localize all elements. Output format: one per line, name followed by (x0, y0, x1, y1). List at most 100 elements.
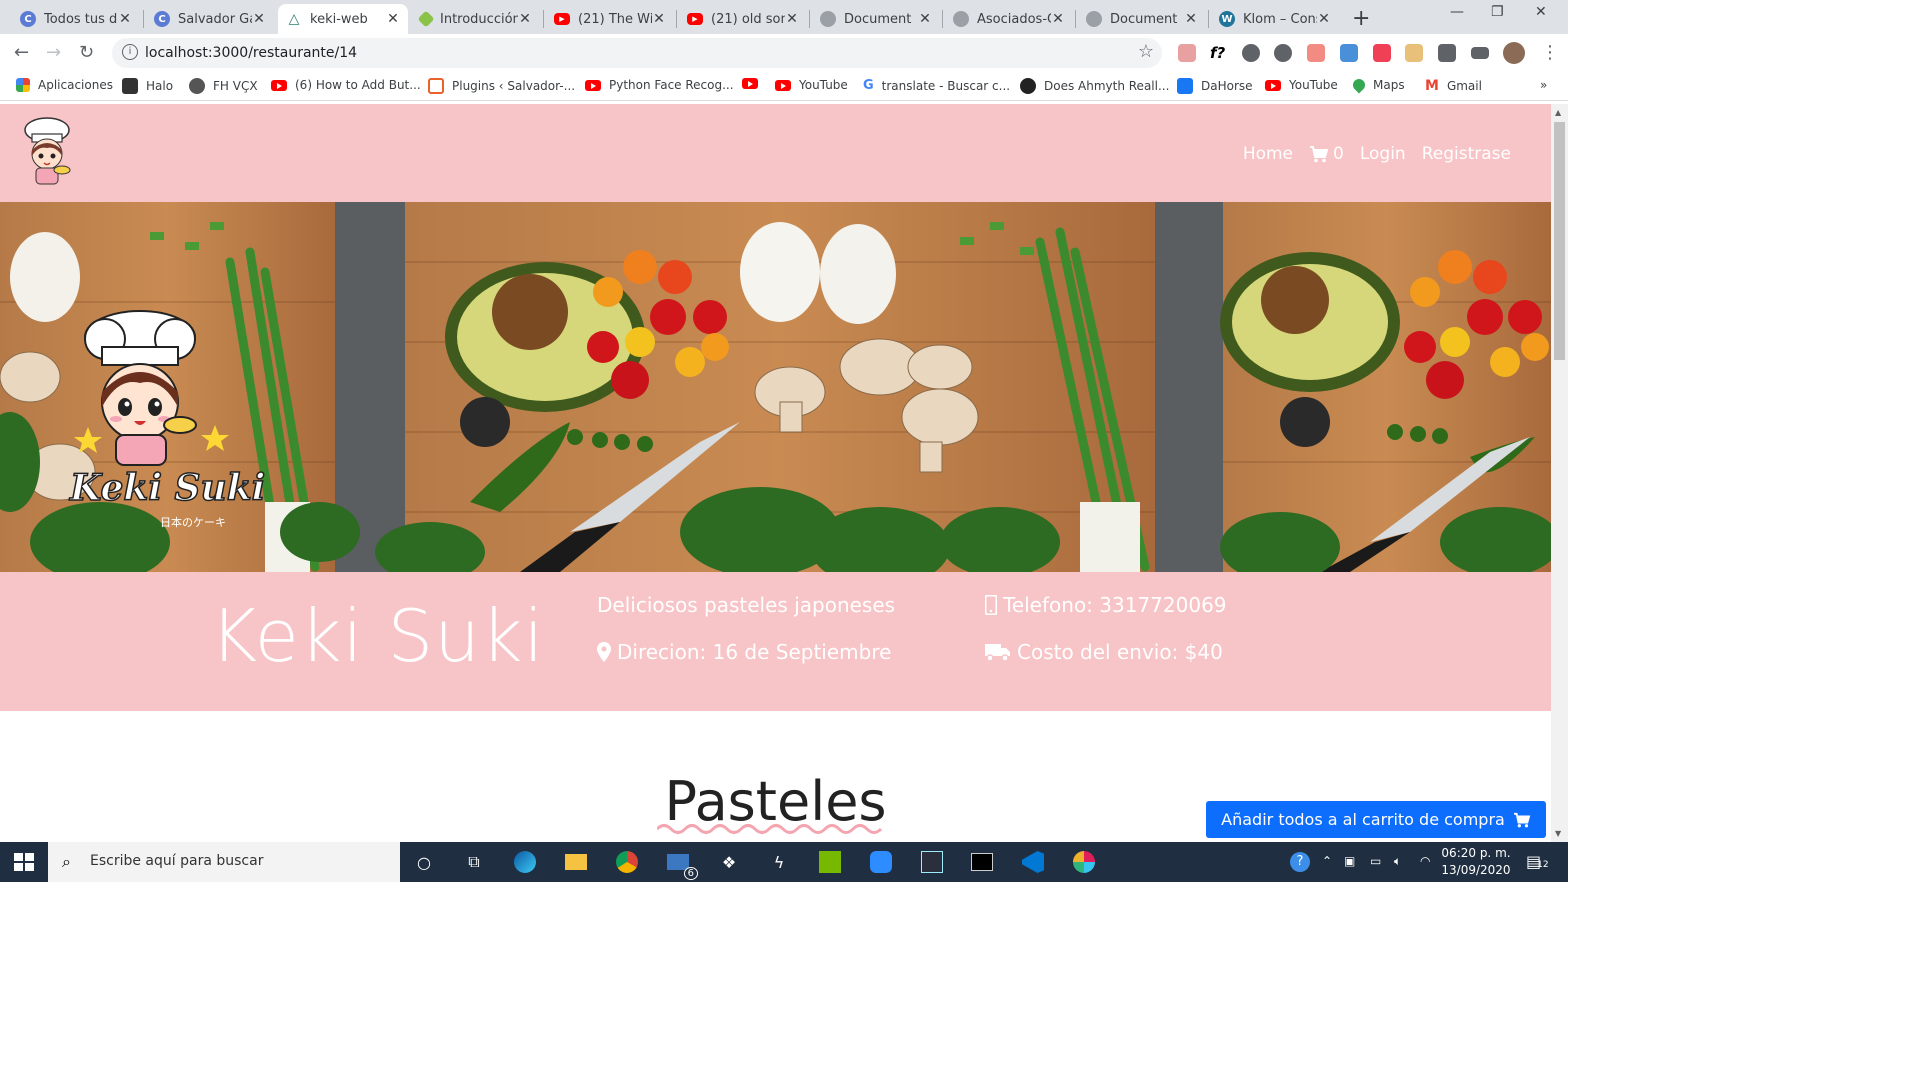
file-explorer-icon[interactable] (564, 850, 588, 874)
cloud-extension-icon[interactable] (1274, 44, 1292, 62)
dropbox-icon[interactable]: ❖ (717, 850, 741, 874)
bookmark-label: Aplicaciones (38, 78, 113, 92)
notifications-icon[interactable]: ▤12 (1526, 852, 1549, 871)
nvidia-icon[interactable] (818, 850, 842, 874)
pocket-extension-icon[interactable] (1373, 44, 1391, 62)
slack-icon[interactable] (1072, 850, 1096, 874)
browser-tab[interactable]: C Todos tus di ✕ (12, 4, 140, 34)
scroll-up-icon[interactable]: ▲ (1555, 108, 1561, 117)
close-tab-icon[interactable]: ✕ (918, 11, 932, 27)
volume-icon[interactable]: 🔈︎ (1394, 854, 1401, 869)
browser-tab[interactable]: ▶ (21) The Wi ✕ (546, 4, 674, 34)
task-view-icon[interactable]: ⧉ (462, 850, 486, 874)
browser-tab[interactable]: ▶ (21) old son ✕ (679, 4, 807, 34)
bookmark-dahorse[interactable]: DaHorse (1177, 78, 1253, 94)
taskbar-search-input[interactable]: ⌕ Escribe aquí para buscar (48, 842, 400, 882)
bookmark-translate[interactable]: G translate - Buscar c... (863, 78, 1010, 94)
more-bookmarks-icon[interactable]: » (1540, 78, 1547, 92)
browser-tab[interactable]: Asociados-C ✕ (945, 4, 1073, 34)
mail-icon[interactable]: 6 (666, 850, 698, 880)
close-tab-icon[interactable]: ✕ (1051, 11, 1065, 27)
cortana-icon[interactable]: ○ (412, 850, 436, 874)
bookmark-youtube-video[interactable]: (6) How to Add But... (271, 78, 421, 92)
browser-tab[interactable]: Document ✕ (1078, 4, 1206, 34)
font-extension-icon[interactable]: f? (1210, 44, 1225, 62)
profile-avatar[interactable] (1503, 42, 1525, 64)
reading-list-icon[interactable] (1471, 47, 1489, 59)
bookmark-apps[interactable]: Aplicaciones (16, 78, 113, 92)
bookmark-gmail[interactable]: M Gmail (1425, 78, 1482, 94)
add-all-to-cart-button[interactable]: Añadir todos a al carrito de compra (1206, 801, 1546, 838)
zoom-icon[interactable] (869, 850, 893, 874)
youtube-icon: ▶ (554, 13, 570, 25)
bookmark-plugins[interactable]: Plugins ‹ Salvador-... (428, 78, 575, 94)
system-clock[interactable]: 06:20 p. m. 13/09/2020 (1436, 845, 1516, 879)
back-icon[interactable]: ← (14, 42, 29, 63)
bookmark-youtube[interactable]: YouTube (775, 78, 848, 92)
scroll-down-icon[interactable]: ▼ (1555, 829, 1561, 838)
bookmark-youtube-blank[interactable] (742, 78, 766, 89)
minimize-icon[interactable]: — (1450, 4, 1464, 20)
site-logo[interactable] (16, 116, 78, 188)
close-tab-icon[interactable]: ✕ (518, 11, 532, 27)
windows-start-icon[interactable] (14, 853, 34, 875)
menu-kebab-icon[interactable]: ⋮ (1541, 42, 1559, 63)
close-tab-icon[interactable]: ✕ (1317, 11, 1331, 27)
close-tab-icon[interactable]: ✕ (118, 11, 132, 27)
restaurant-info-band: Keki Suki Deliciosos pasteles japoneses … (0, 572, 1551, 711)
address-bar[interactable]: i localhost:3000/restaurante/14 ☆ (112, 38, 1162, 68)
fi-extension-icon[interactable] (1340, 44, 1358, 62)
tab-title: Todos tus di (44, 11, 118, 27)
chrome-icon[interactable] (615, 850, 639, 874)
close-tab-icon[interactable]: ✕ (785, 11, 799, 27)
bookmark-star-icon[interactable]: ☆ (1138, 41, 1154, 62)
bookmark-github[interactable]: Does Ahmyth Reall... (1020, 78, 1169, 94)
electron-app-icon[interactable] (920, 850, 944, 874)
nav-register-link[interactable]: Registrase (1422, 144, 1511, 164)
nav-login-link[interactable]: Login (1360, 144, 1406, 164)
tab-title: keki-web (310, 11, 368, 27)
bookmark-youtube[interactable]: YouTube (1265, 78, 1338, 92)
screenshot-extension-icon[interactable] (1307, 44, 1325, 62)
show-hidden-icons-chevron-icon[interactable]: ⌃ (1322, 854, 1332, 868)
url-text[interactable]: localhost:3000/restaurante/14 (145, 45, 357, 61)
reload-icon[interactable]: ↻ (79, 42, 94, 63)
color-picker-extension-icon[interactable] (1178, 44, 1196, 62)
tray-app-icon[interactable]: ▣ (1344, 854, 1355, 868)
browser-tab-active[interactable]: △ keki-web ✕ (278, 4, 408, 34)
nav-cart-link[interactable]: 0 (1309, 144, 1344, 164)
close-tab-icon[interactable]: ✕ (252, 11, 266, 27)
vscode-icon[interactable] (1021, 850, 1045, 874)
browser-tab[interactable]: W Klom – Cons ✕ (1211, 4, 1339, 34)
tab-title: (21) The Wi (578, 11, 652, 27)
browser-tab[interactable]: Document ✕ (812, 4, 940, 34)
forward-icon[interactable]: → (46, 42, 61, 63)
tab-favicon-icon (417, 10, 435, 28)
browser-tab[interactable]: C Salvador Ga ✕ (146, 4, 274, 34)
site-header: Home 0 Login Registrase (0, 104, 1551, 202)
bookmark-python-face[interactable]: Python Face Recog... (585, 78, 734, 92)
battery-icon[interactable]: ▭ (1370, 854, 1381, 868)
new-tab-button[interactable]: + (1352, 6, 1370, 31)
maximize-icon[interactable]: ❐ (1491, 4, 1504, 20)
close-tab-icon[interactable]: ✕ (652, 11, 666, 27)
scrollbar-thumb[interactable] (1554, 122, 1565, 360)
close-tab-icon[interactable]: ✕ (386, 11, 400, 27)
bookmark-maps[interactable]: Maps (1350, 76, 1405, 94)
puzzle-extensions-icon[interactable] (1438, 44, 1456, 62)
page-scrollbar[interactable]: ▲ ▼ (1551, 104, 1568, 842)
nav-home-link[interactable]: Home (1243, 144, 1293, 164)
help-icon[interactable]: ? (1288, 850, 1312, 874)
app-lightning-icon[interactable]: ϟ (767, 850, 791, 874)
cloud-extension-icon[interactable] (1242, 44, 1260, 62)
browser-tab[interactable]: Introducción ✕ (412, 4, 540, 34)
bookmark-halo[interactable]: Halo (122, 78, 173, 94)
close-tab-icon[interactable]: ✕ (1184, 11, 1198, 27)
notes-extension-icon[interactable] (1405, 44, 1423, 62)
bookmark-fh[interactable]: FH VÇX (189, 78, 258, 94)
site-info-icon[interactable]: i (122, 44, 138, 60)
wifi-icon[interactable]: ◠ (1420, 854, 1430, 868)
edge-icon[interactable] (513, 850, 537, 874)
terminal-icon[interactable] (970, 850, 994, 874)
close-window-icon[interactable]: ✕ (1535, 4, 1547, 20)
